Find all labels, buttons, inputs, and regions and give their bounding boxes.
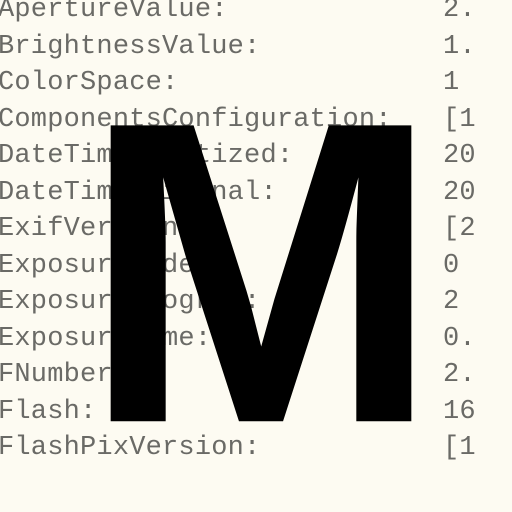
metadata-value: 16 bbox=[443, 394, 476, 431]
metadata-value: 1 bbox=[443, 65, 459, 102]
metadata-value: 20 bbox=[443, 138, 476, 175]
metadata-value: 2. bbox=[443, 357, 476, 394]
metadata-value: 20 bbox=[443, 175, 476, 212]
metadata-key: ApertureValue: bbox=[0, 0, 443, 29]
metadata-value: [2 bbox=[443, 211, 476, 248]
overlay-letter-icon: M bbox=[82, 58, 430, 488]
metadata-row: ApertureValue: 2. bbox=[0, 0, 512, 29]
metadata-value: 0 bbox=[443, 248, 459, 285]
metadata-value: 1. bbox=[443, 29, 476, 66]
metadata-value: [1 bbox=[443, 430, 476, 467]
metadata-value: [1 bbox=[443, 102, 476, 139]
metadata-value: 2. bbox=[443, 0, 476, 29]
metadata-value: 0. bbox=[443, 321, 476, 358]
metadata-value: 2 bbox=[443, 284, 459, 321]
